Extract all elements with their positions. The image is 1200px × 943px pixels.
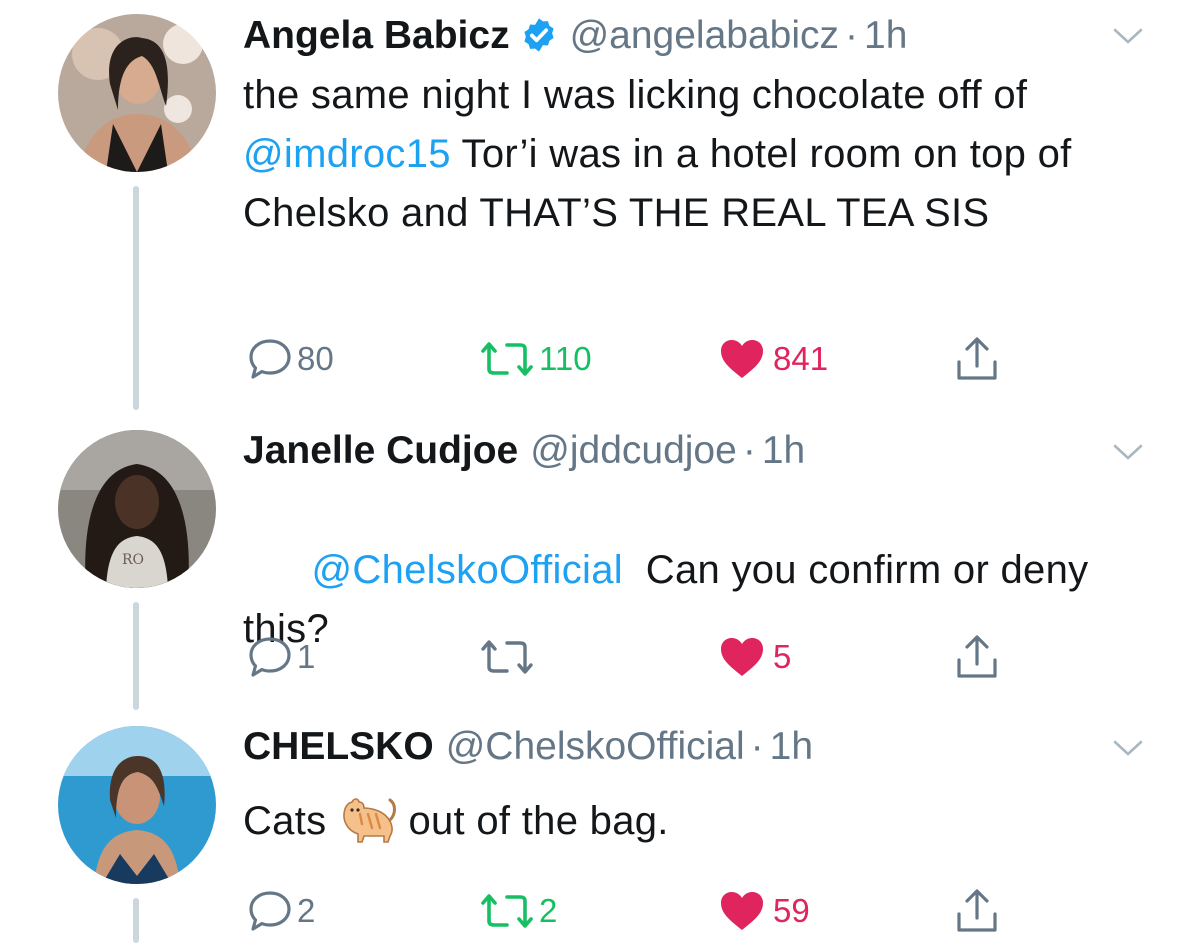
tweet-header: Janelle Cudjoe @jddcudjoe · 1h <box>243 426 805 476</box>
tweet-thread: Angela Babicz @angelababicz · 1h the sam… <box>0 0 1200 943</box>
tweet[interactable]: Angela Babicz @angelababicz · 1h the sam… <box>0 0 1200 410</box>
separator-dot: · <box>742 429 756 472</box>
reply-count: 80 <box>297 340 334 377</box>
user-handle[interactable]: @angelababicz <box>570 11 839 61</box>
speech-bubble-icon <box>249 339 291 379</box>
share-upload-icon <box>957 889 997 932</box>
tweet-text-part: Cats <box>243 799 327 843</box>
speech-bubble-icon <box>249 637 291 677</box>
display-name[interactable]: Angela Babicz <box>243 11 510 61</box>
share-button[interactable] <box>955 886 999 936</box>
separator-dot: · <box>750 725 764 768</box>
tweet-text-part: the same night I was licking chocolate o… <box>243 73 1028 117</box>
tweet[interactable]: CHELSKO @ChelskoOfficial · 1h Cats out o… <box>0 718 1200 943</box>
retweet-count: 110 <box>539 340 592 377</box>
tweet-text: @ChelskoOfficial Can you confirm or deny… <box>243 482 1103 718</box>
tweet-actions: 80 110 841 <box>243 334 1043 384</box>
chevron-down-icon[interactable] <box>1112 26 1144 46</box>
tweet-text: the same night I was licking chocolate o… <box>243 66 1163 243</box>
cat-emoji-icon <box>343 798 397 843</box>
share-upload-icon <box>957 635 997 678</box>
display-name[interactable]: Janelle Cudjoe <box>243 426 518 476</box>
heart-icon <box>721 340 763 378</box>
tweet-actions: 1 5 <box>243 632 1043 682</box>
reply-button[interactable]: 1 <box>247 632 315 682</box>
like-button[interactable]: 5 <box>719 632 791 682</box>
tweet-text-part: out of the bag. <box>408 799 669 843</box>
display-name[interactable]: CHELSKO <box>243 722 434 772</box>
mention-link[interactable]: @ChelskoOfficial <box>311 548 622 592</box>
retweet-button[interactable] <box>477 632 539 682</box>
retweet-count: 2 <box>539 892 558 929</box>
heart-icon <box>721 892 763 930</box>
svg-text:RO: RO <box>122 552 144 568</box>
tweet-text: Cats out of the bag. <box>243 792 1163 851</box>
reply-button[interactable]: 80 <box>247 334 334 384</box>
user-handle[interactable]: @jddcudjoe <box>530 426 737 476</box>
heart-icon <box>721 638 763 676</box>
retweet-arrows-icon <box>481 894 533 928</box>
like-count: 5 <box>773 638 792 675</box>
retweet-button[interactable]: 110 <box>477 334 592 384</box>
tweet[interactable]: RO Janelle Cudjoe @jddcudjoe · 1h @Chels… <box>0 420 1200 720</box>
like-button[interactable]: 841 <box>719 334 828 384</box>
reply-button[interactable]: 2 <box>247 886 315 936</box>
tweet-header: CHELSKO @ChelskoOfficial · 1h <box>243 722 813 772</box>
avatar[interactable] <box>58 726 216 884</box>
speech-bubble-icon <box>249 891 291 931</box>
avatar[interactable]: RO <box>58 430 216 588</box>
like-button[interactable]: 59 <box>719 886 810 936</box>
retweet-button[interactable]: 2 <box>477 886 557 936</box>
retweet-arrows-icon <box>481 342 533 376</box>
verified-badge-icon <box>524 18 554 52</box>
share-button[interactable] <box>955 334 999 384</box>
chevron-down-icon[interactable] <box>1112 442 1144 462</box>
tweet-actions: 2 2 59 <box>243 886 1043 936</box>
reply-count: 1 <box>297 638 316 675</box>
share-button[interactable] <box>955 632 999 682</box>
retweet-arrows-icon <box>481 640 533 674</box>
mention-link[interactable]: @imdroc15 <box>243 132 451 176</box>
timestamp[interactable]: 1h <box>770 722 813 772</box>
chevron-down-icon[interactable] <box>1112 738 1144 758</box>
avatar[interactable] <box>58 14 216 172</box>
like-count: 59 <box>773 892 810 929</box>
user-handle[interactable]: @ChelskoOfficial <box>446 722 745 772</box>
timestamp[interactable]: 1h <box>864 11 907 61</box>
reply-count: 2 <box>297 892 316 929</box>
share-upload-icon <box>957 337 997 380</box>
tweet-header: Angela Babicz @angelababicz · 1h <box>243 10 907 60</box>
timestamp[interactable]: 1h <box>762 426 805 476</box>
separator-dot: · <box>845 14 859 57</box>
like-count: 841 <box>773 340 829 377</box>
